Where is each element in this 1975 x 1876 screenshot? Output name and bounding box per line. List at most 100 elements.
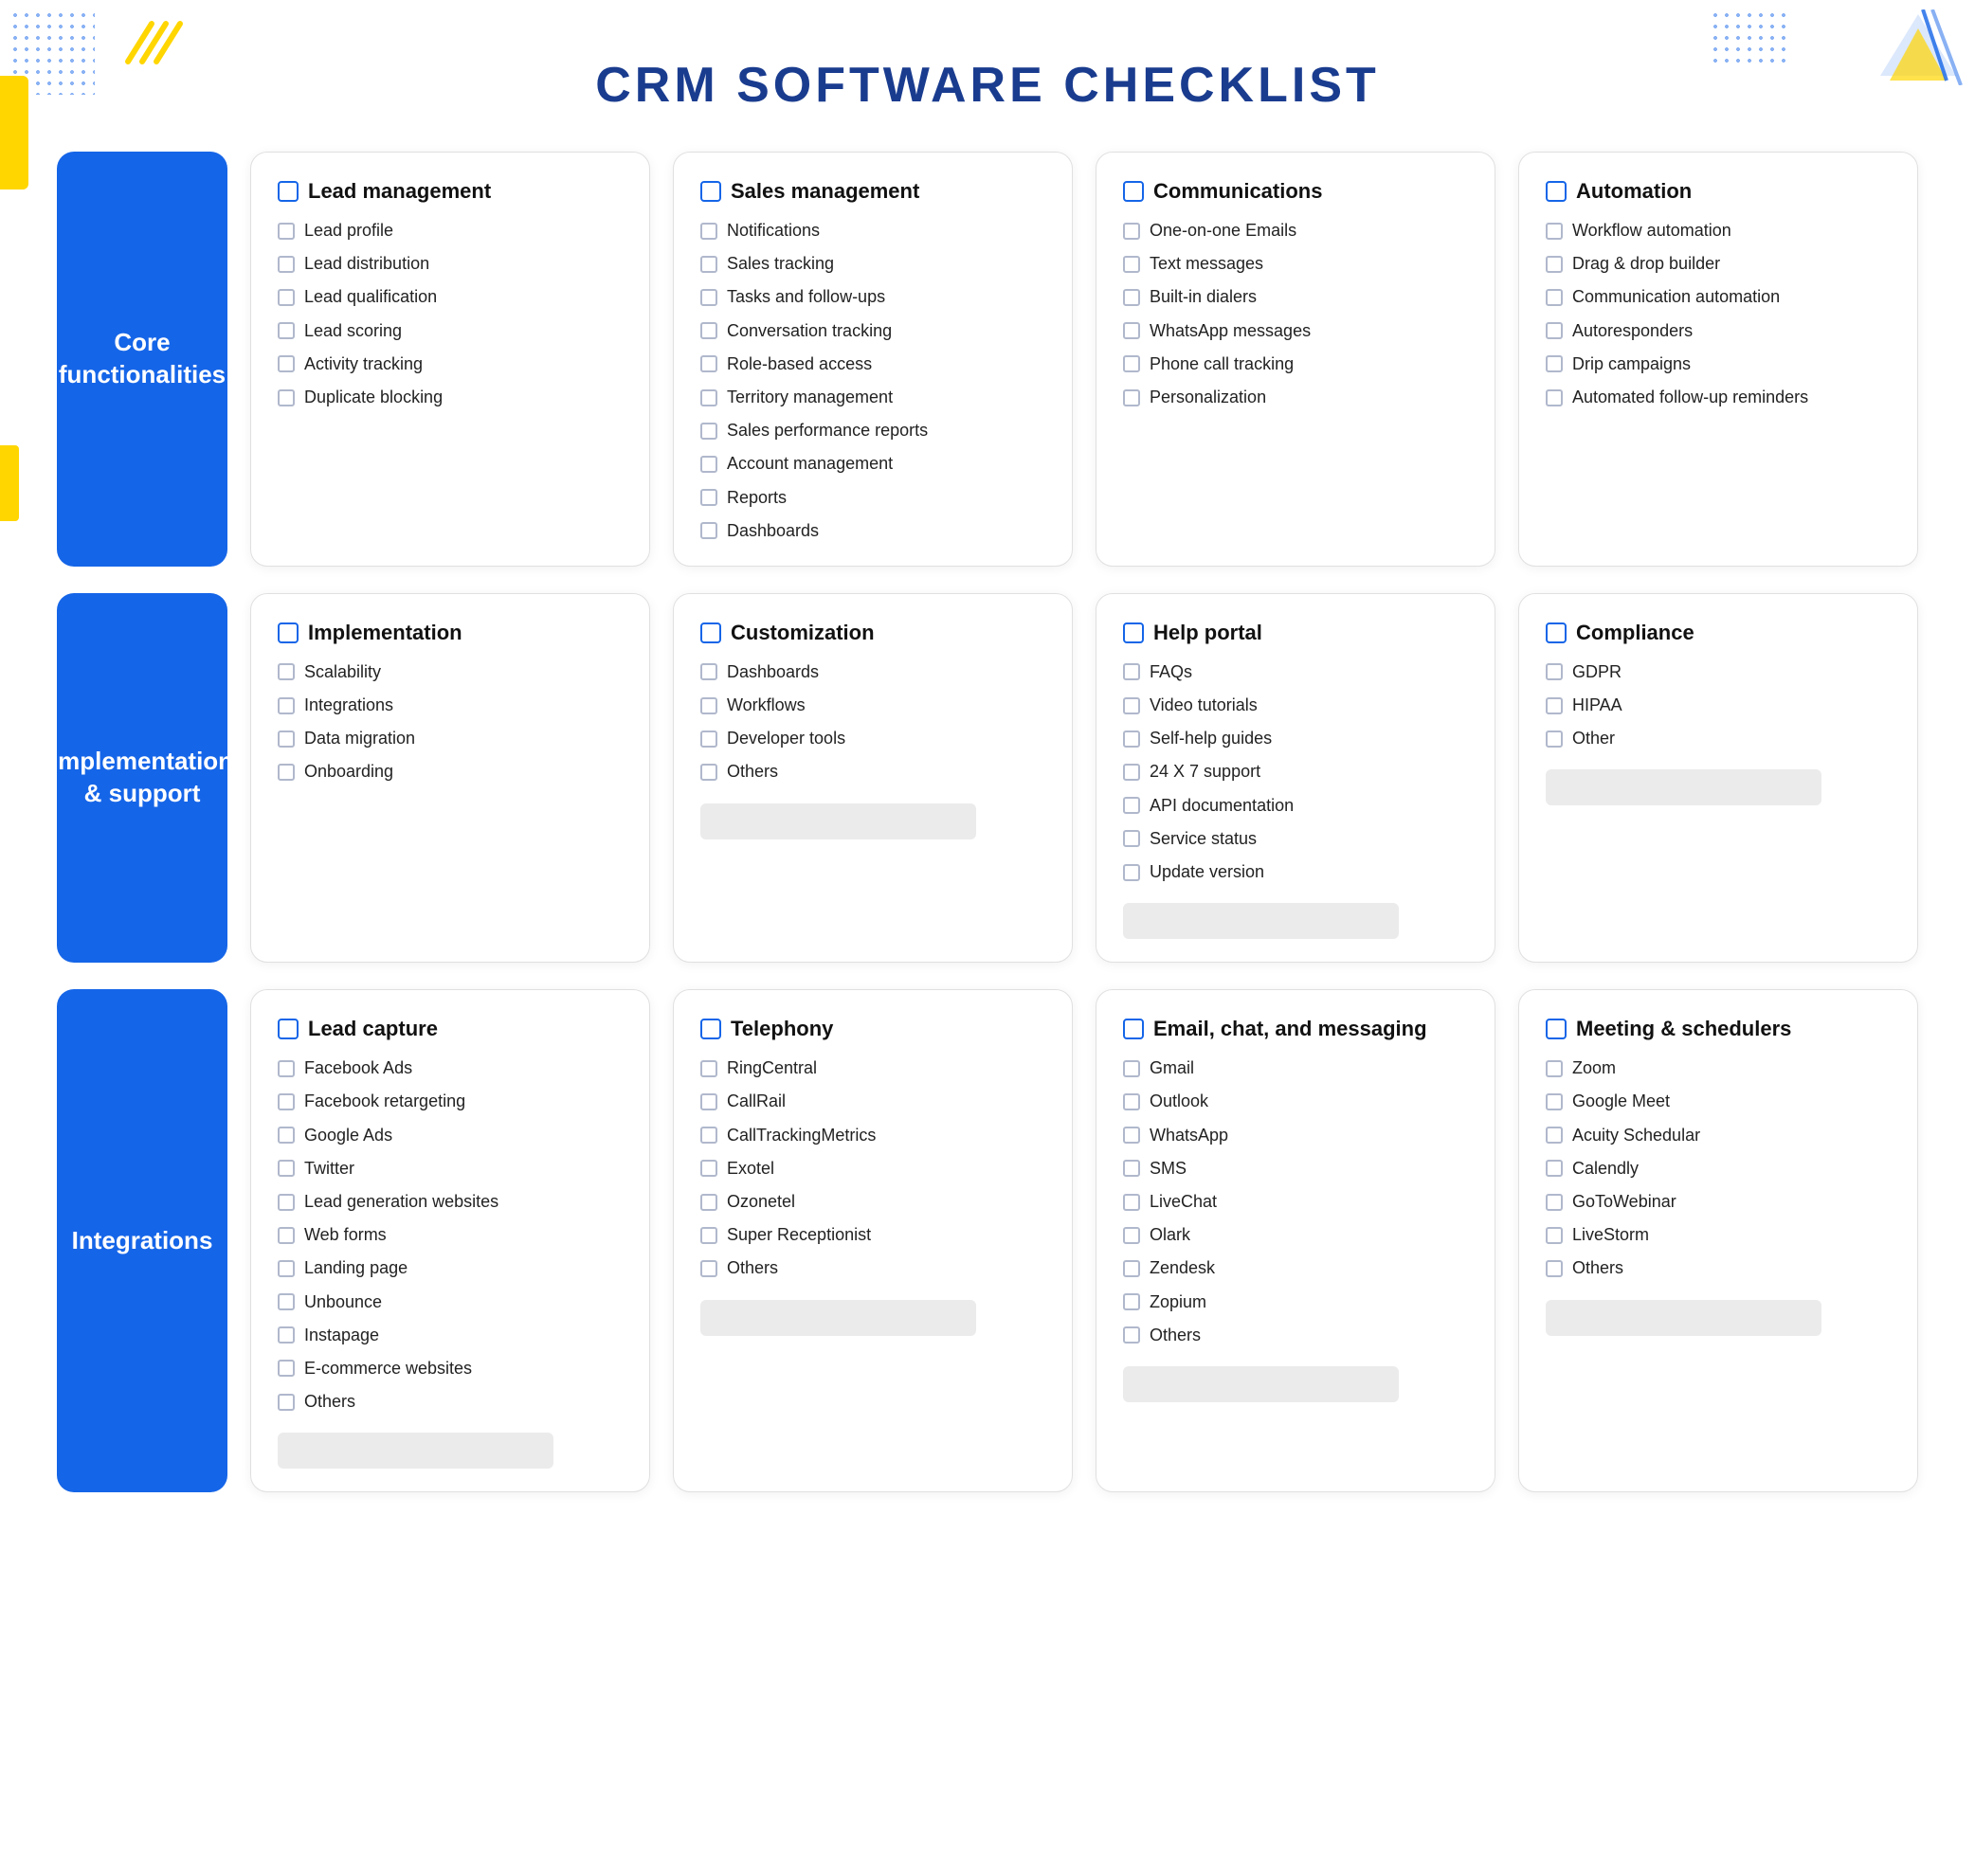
checkbox[interactable] [700,489,717,506]
checkbox[interactable] [1546,1127,1563,1144]
checkbox[interactable] [700,1194,717,1211]
checkbox[interactable] [1123,1160,1140,1177]
checkbox[interactable] [278,1326,295,1344]
checkbox[interactable] [1123,1093,1140,1110]
checkbox[interactable] [1546,731,1563,748]
checkbox[interactable] [1546,1260,1563,1277]
text-input-placeholder[interactable] [278,1433,553,1469]
checkbox[interactable] [1123,223,1140,240]
list-item-label: Unbounce [304,1290,382,1314]
checkbox[interactable] [700,1060,717,1077]
checkbox[interactable] [278,1093,295,1110]
checkbox[interactable] [1546,389,1563,406]
text-input-placeholder[interactable] [1123,1366,1399,1402]
checkbox[interactable] [278,1394,295,1411]
checkbox[interactable] [278,1194,295,1211]
checkbox[interactable] [1123,289,1140,306]
checkbox[interactable] [700,389,717,406]
checkbox[interactable] [278,663,295,680]
checkbox[interactable] [1546,663,1563,680]
checkbox[interactable] [278,289,295,306]
checkbox[interactable] [1546,1093,1563,1110]
checkbox[interactable] [1546,1160,1563,1177]
checkbox[interactable] [1546,322,1563,339]
checkbox[interactable] [278,1360,295,1377]
text-input-placeholder[interactable] [700,803,976,839]
checkbox[interactable] [278,1060,295,1077]
checkbox[interactable] [1546,289,1563,306]
checkbox[interactable] [1123,1060,1140,1077]
card-title-icon-sales-management [700,181,721,202]
checkbox[interactable] [278,1260,295,1277]
checkbox[interactable] [700,731,717,748]
card-title-text-help-portal: Help portal [1153,621,1262,645]
checkbox[interactable] [700,522,717,539]
checkbox[interactable] [700,256,717,273]
checkbox[interactable] [278,1127,295,1144]
checkbox[interactable] [278,1160,295,1177]
checkbox[interactable] [1123,1326,1140,1344]
checkbox[interactable] [700,697,717,714]
checkbox[interactable] [278,764,295,781]
card-title-icon-compliance [1546,622,1567,643]
checkbox[interactable] [1546,1194,1563,1211]
text-input-placeholder[interactable] [1546,769,1821,805]
text-input-placeholder[interactable] [1123,903,1399,939]
checkbox[interactable] [700,1127,717,1144]
checkbox[interactable] [1123,1293,1140,1310]
checkbox[interactable] [1546,355,1563,372]
list-item-label: Built-in dialers [1150,285,1257,309]
checkbox[interactable] [278,389,295,406]
list-item-label: Instapage [304,1324,379,1347]
checkbox[interactable] [1123,663,1140,680]
checkbox[interactable] [1123,1260,1140,1277]
checkbox[interactable] [1123,389,1140,406]
checkbox[interactable] [278,256,295,273]
list-item-label: GoToWebinar [1572,1190,1676,1214]
checkbox[interactable] [700,663,717,680]
checkbox[interactable] [700,322,717,339]
checkbox[interactable] [1123,1127,1140,1144]
checkbox[interactable] [700,423,717,440]
checkbox[interactable] [700,223,717,240]
checkbox[interactable] [1123,1227,1140,1244]
checkbox[interactable] [1123,1194,1140,1211]
list-item-label: Web forms [304,1223,387,1247]
card-automation: AutomationWorkflow automationDrag & drop… [1518,152,1918,567]
checkbox[interactable] [700,764,717,781]
checkbox[interactable] [278,1227,295,1244]
checkbox[interactable] [1546,256,1563,273]
checkbox[interactable] [1123,322,1140,339]
checkbox[interactable] [1123,797,1140,814]
checkbox[interactable] [278,322,295,339]
checkbox[interactable] [700,1260,717,1277]
checkbox[interactable] [278,1293,295,1310]
checkbox[interactable] [278,697,295,714]
checkbox[interactable] [1123,764,1140,781]
checkbox[interactable] [1546,697,1563,714]
checkbox[interactable] [278,355,295,372]
list-item: Landing page [278,1256,623,1280]
text-input-placeholder[interactable] [700,1300,976,1336]
checkbox[interactable] [700,1093,717,1110]
card-customization: CustomizationDashboardsWorkflowsDevelope… [673,593,1073,963]
checkbox[interactable] [700,456,717,473]
checkbox[interactable] [1546,1227,1563,1244]
checkbox[interactable] [700,355,717,372]
list-item-label: Twitter [304,1157,354,1181]
checkbox[interactable] [1123,355,1140,372]
checkbox[interactable] [700,1160,717,1177]
checkbox[interactable] [1123,731,1140,748]
checkbox[interactable] [1123,830,1140,847]
checkbox[interactable] [1123,697,1140,714]
checkbox[interactable] [278,223,295,240]
card-title-text-automation: Automation [1576,179,1692,204]
checkbox[interactable] [1123,864,1140,881]
checkbox[interactable] [700,289,717,306]
checkbox[interactable] [278,731,295,748]
checkbox[interactable] [700,1227,717,1244]
checkbox[interactable] [1546,223,1563,240]
checkbox[interactable] [1123,256,1140,273]
checkbox[interactable] [1546,1060,1563,1077]
text-input-placeholder[interactable] [1546,1300,1821,1336]
